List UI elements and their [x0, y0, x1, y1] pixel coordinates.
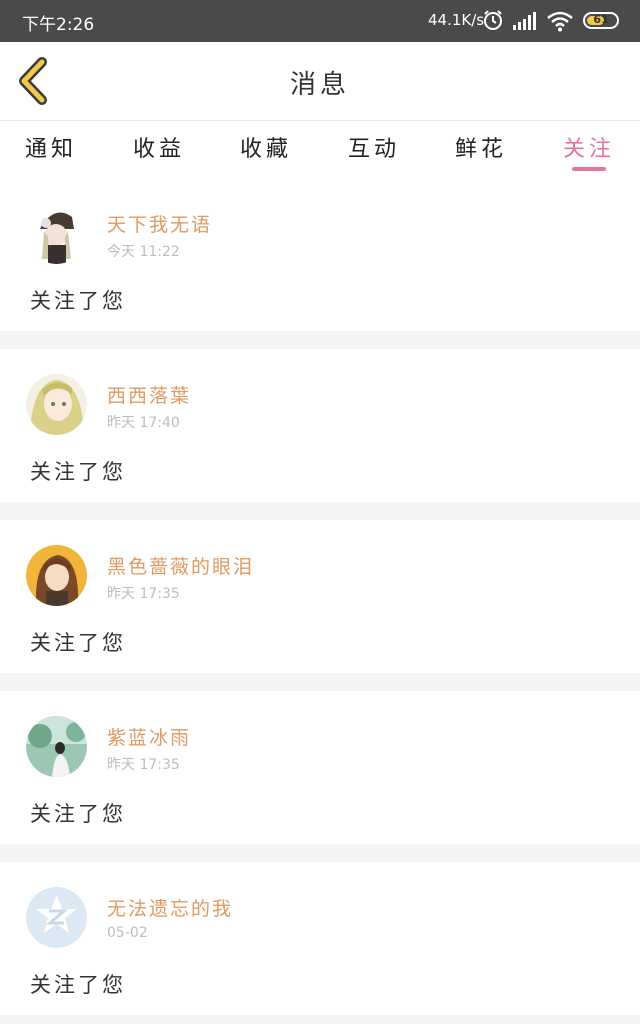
avatar[interactable]: [26, 203, 87, 264]
list-item[interactable]: 无法遗忘的我 05-02 关注了您: [0, 862, 640, 1015]
avatar[interactable]: [26, 545, 87, 606]
tab-notifications[interactable]: 通知: [16, 131, 86, 163]
timestamp: 昨天 17:35: [107, 586, 180, 602]
list-item[interactable]: 天下我无语 今天 11:22 关注了您: [0, 178, 640, 331]
battery-percent: 61: [593, 13, 609, 26]
timestamp: 今天 11:22: [107, 244, 180, 260]
tab-bar: 通知 收益 收藏 互动 鲜花 关注: [0, 121, 640, 178]
message-text: 关注了您: [30, 289, 126, 313]
wifi-icon: [547, 11, 573, 32]
username[interactable]: 无法遗忘的我: [107, 894, 233, 921]
timestamp: 昨天 17:35: [107, 757, 180, 773]
list-item[interactable]: 黑色蔷薇的眼泪 昨天 17:35 关注了您: [0, 520, 640, 673]
brown-hair-girl-avatar-icon: [26, 545, 87, 606]
signal-icon: [513, 12, 536, 30]
avatar[interactable]: [26, 887, 87, 948]
message-text: 关注了您: [30, 973, 126, 997]
username[interactable]: 黑色蔷薇的眼泪: [107, 552, 254, 579]
username[interactable]: 西西落葉: [107, 381, 191, 408]
status-network-speed: 44.1K/s: [428, 11, 485, 29]
default-avatar-icon: [26, 887, 87, 948]
list-item[interactable]: 西西落葉 昨天 17:40 关注了您: [0, 349, 640, 502]
status-time: 下午2:26: [22, 15, 95, 35]
battery-icon: 61: [583, 12, 619, 29]
timestamp: 05-02: [107, 925, 148, 941]
message-text: 关注了您: [30, 802, 126, 826]
anime-girl-avatar-icon: [26, 203, 87, 264]
tab-favorites[interactable]: 收藏: [231, 131, 301, 163]
message-text: 关注了您: [30, 631, 126, 655]
avatar[interactable]: [26, 716, 87, 777]
tab-flowers[interactable]: 鲜花: [446, 131, 516, 163]
active-tab-indicator: [572, 167, 606, 171]
blonde-girl-avatar-icon: [26, 374, 87, 435]
username[interactable]: 紫蓝冰雨: [107, 723, 191, 750]
tab-interactions[interactable]: 互动: [339, 131, 409, 163]
tab-follow[interactable]: 关注: [554, 131, 624, 163]
alarm-icon: [484, 10, 502, 30]
nature-photo-avatar-icon: [26, 716, 87, 777]
avatar[interactable]: [26, 374, 87, 435]
timestamp: 昨天 17:40: [107, 415, 180, 431]
app-header: 消息: [0, 42, 640, 121]
page-title: 消息: [289, 70, 350, 100]
list-item[interactable]: 紫蓝冰雨 昨天 17:35 关注了您: [0, 691, 640, 844]
message-text: 关注了您: [30, 460, 126, 484]
status-bar: 下午2:26 44.1K/s 61: [0, 0, 640, 42]
tab-earnings[interactable]: 收益: [124, 131, 194, 163]
username[interactable]: 天下我无语: [107, 210, 212, 237]
